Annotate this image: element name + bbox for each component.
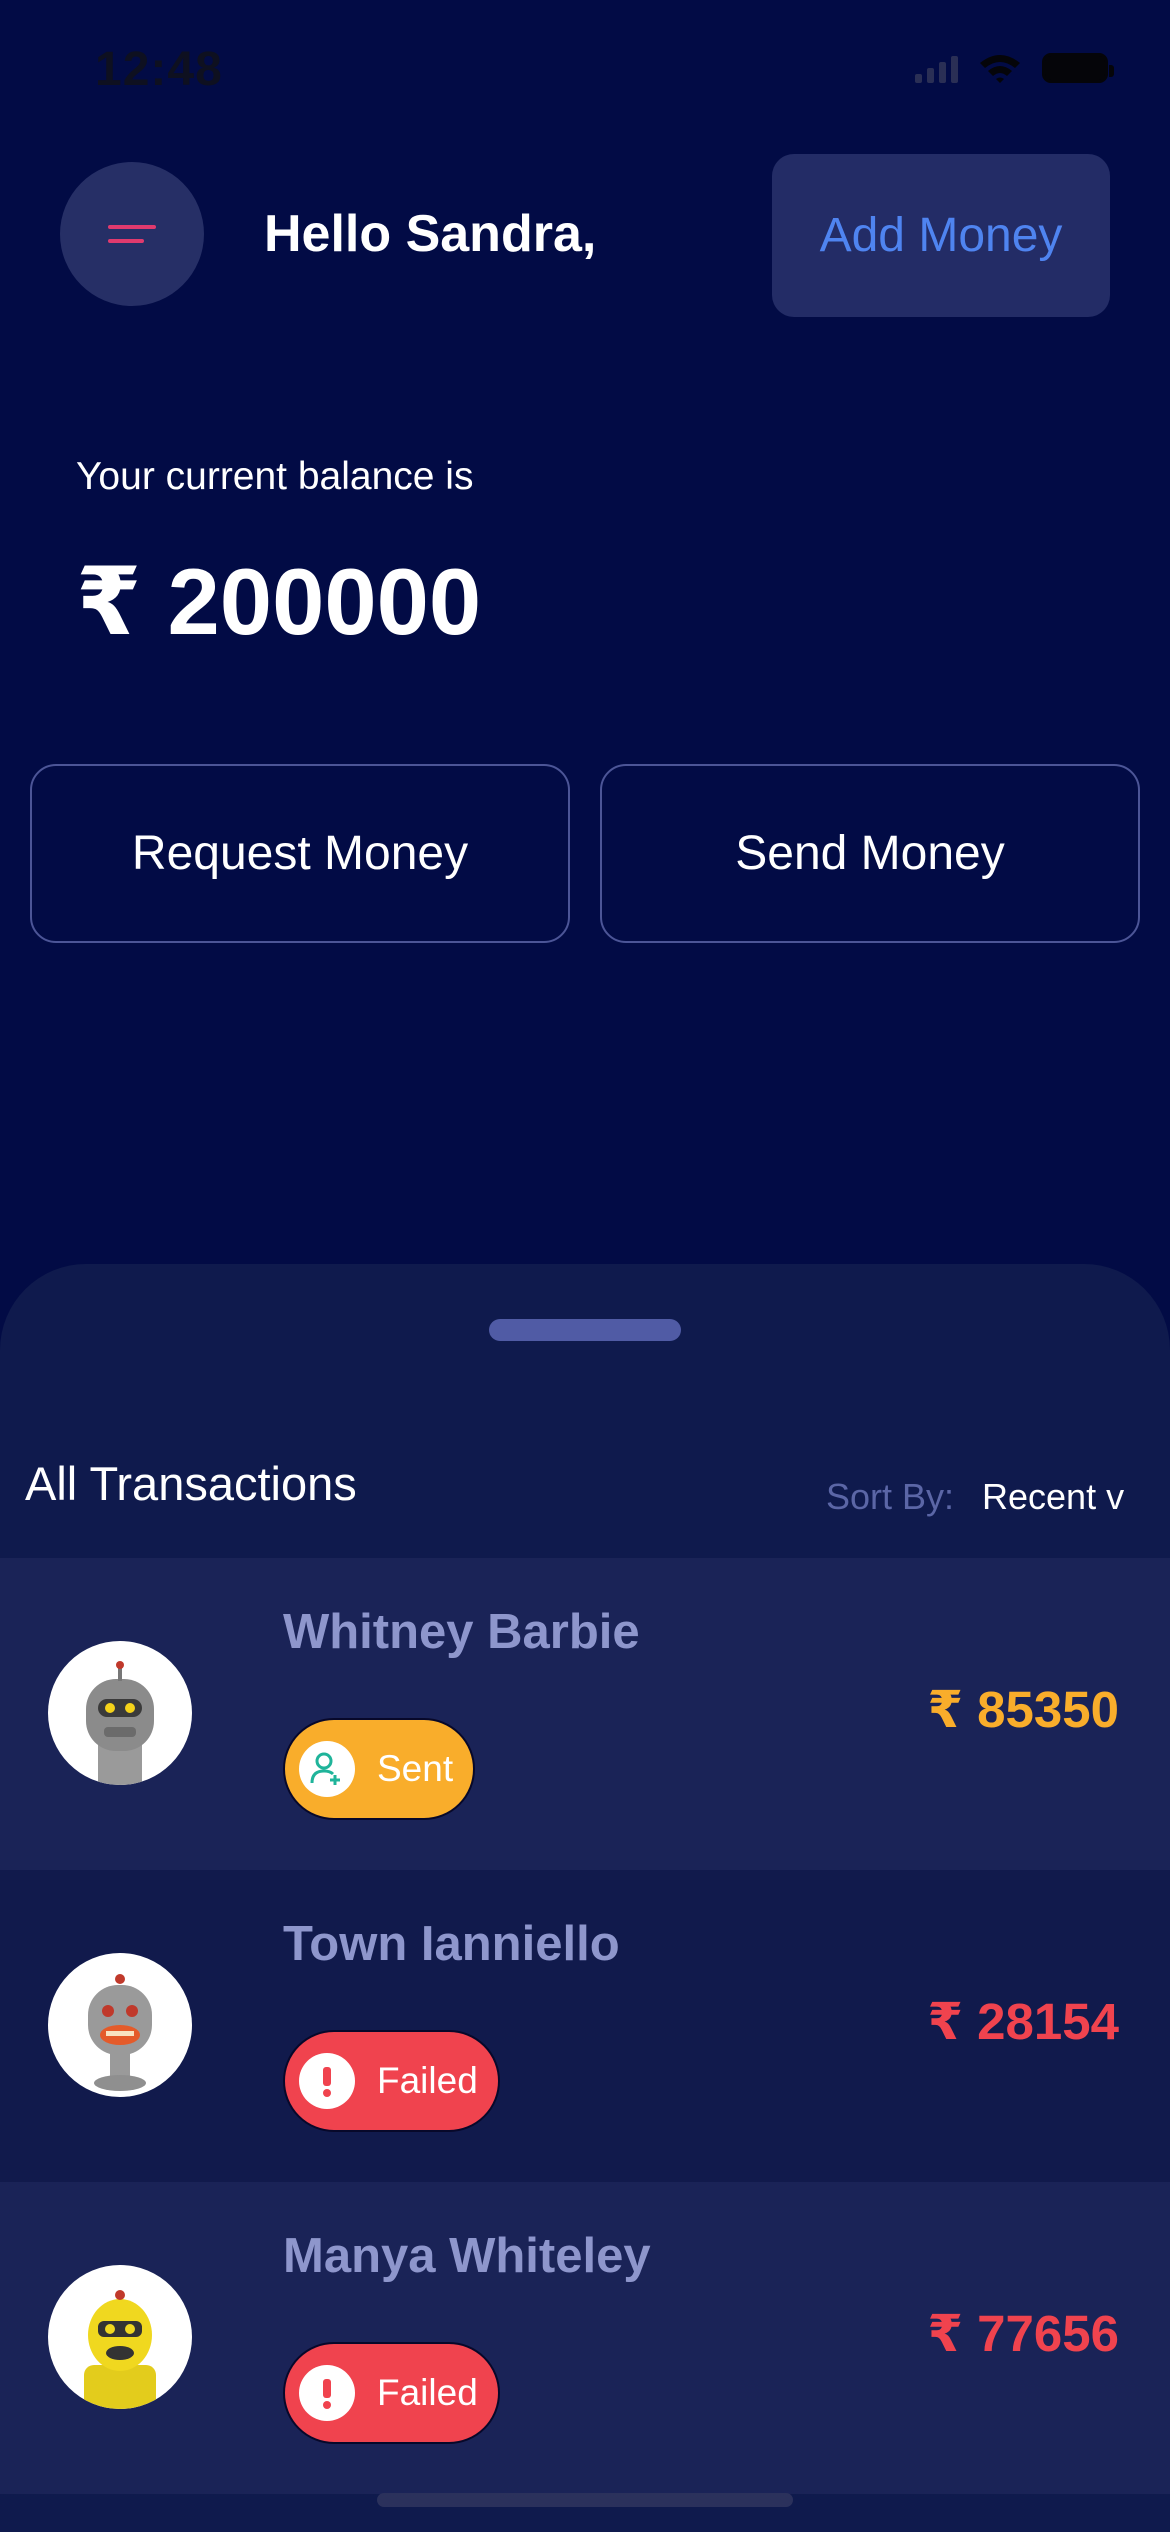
balance-label: Your current balance is xyxy=(76,455,474,498)
status-badge-label: Sent xyxy=(377,1748,454,1789)
status-badge: Failed xyxy=(283,2030,500,2132)
robot-avatar-icon xyxy=(48,1641,192,1785)
sort-dropdown[interactable]: Recent v xyxy=(982,1476,1124,1518)
status-badge-label: Failed xyxy=(377,2372,478,2413)
transaction-name: Town Ianniello xyxy=(283,1917,620,1971)
robot-avatar-icon xyxy=(48,2265,192,2409)
robot-avatar-icon xyxy=(48,1953,192,2097)
transaction-amount: ₹ 85350 xyxy=(927,1681,1119,1738)
status-time: 12:48 xyxy=(95,43,223,96)
transaction-name: Whitney Barbie xyxy=(283,1605,640,1659)
hamburger-icon xyxy=(108,225,156,229)
transaction-amount: ₹ 77656 xyxy=(927,2305,1119,2362)
add-money-button[interactable]: Add Money xyxy=(772,154,1110,317)
transaction-row[interactable]: Town Ianniello Failed ₹ 28154 xyxy=(0,1870,1170,2182)
status-icons xyxy=(915,52,1114,84)
menu-button[interactable] xyxy=(60,162,204,306)
transaction-row[interactable]: Whitney Barbie Sent ₹ 85350 xyxy=(0,1558,1170,1870)
status-bar: 12:48 xyxy=(0,0,1170,150)
error-icon xyxy=(299,2365,355,2421)
status-badge-label: Failed xyxy=(377,2060,478,2101)
status-badge: Sent xyxy=(283,1718,475,1820)
transactions-title: All Transactions xyxy=(25,1457,357,1510)
request-money-button[interactable]: Request Money xyxy=(30,764,570,943)
user-plus-icon xyxy=(299,1741,355,1797)
status-badge: Failed xyxy=(283,2342,500,2444)
greeting: Hello Sandra, xyxy=(264,205,597,263)
transaction-list: Whitney Barbie Sent ₹ 85350 Town Ianniel… xyxy=(0,1558,1170,2494)
transaction-name: Manya Whiteley xyxy=(283,2229,651,2283)
transactions-sheet: All Transactions Sort By: Recent v Whitn… xyxy=(0,1264,1170,2532)
wifi-icon xyxy=(978,52,1022,84)
balance-amount: ₹ 200000 xyxy=(76,549,482,654)
home-indicator[interactable] xyxy=(377,2493,793,2507)
error-icon xyxy=(299,2053,355,2109)
battery-icon xyxy=(1042,53,1114,83)
signal-icon xyxy=(915,53,958,83)
transaction-row[interactable]: Manya Whiteley Failed ₹ 77656 xyxy=(0,2182,1170,2494)
send-money-button[interactable]: Send Money xyxy=(600,764,1140,943)
transaction-amount: ₹ 28154 xyxy=(927,1993,1119,2050)
sheet-drag-handle[interactable] xyxy=(489,1319,681,1341)
sort-label: Sort By: xyxy=(826,1476,955,1517)
